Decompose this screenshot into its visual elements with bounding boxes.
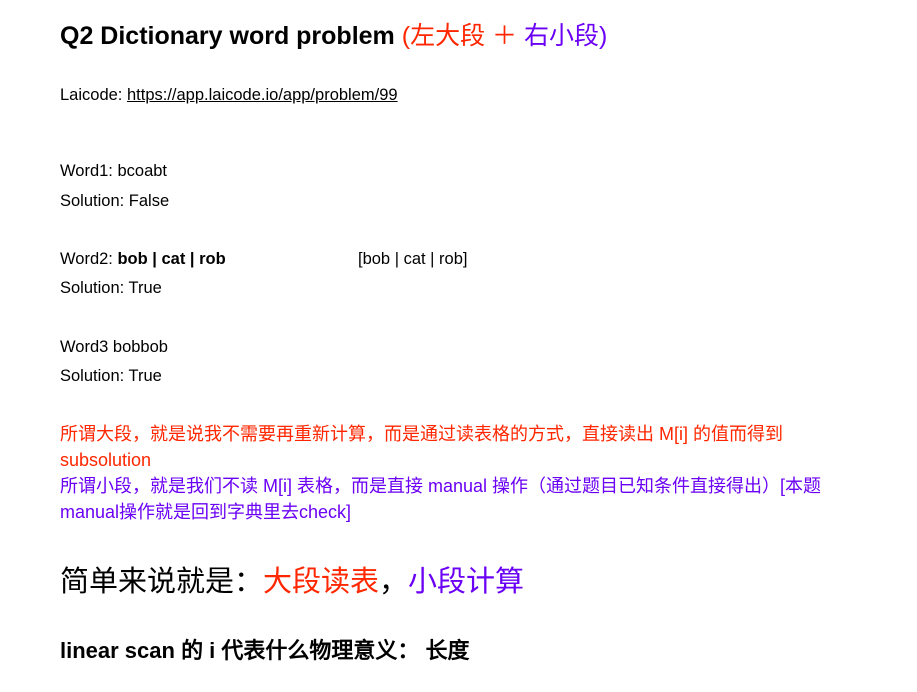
- word1-value: bcoabt: [117, 162, 168, 180]
- word3-solution: Solution: True: [60, 367, 162, 385]
- word3-value: bobbob: [112, 338, 168, 356]
- summary-big: 大段读表: [263, 566, 380, 598]
- laicode-link[interactable]: https://app.laicode.io/app/problem/99: [127, 86, 398, 104]
- title-main: Q2 Dictionary word problem: [60, 22, 395, 50]
- title-plus: ＋: [485, 22, 524, 50]
- title-right-part: 右小段: [523, 22, 599, 50]
- word3-label: Word3: [60, 338, 113, 356]
- word1-label: Word1:: [60, 162, 118, 180]
- laicode-label: Laicode:: [60, 86, 127, 104]
- page-title: Q2 Dictionary word problem (左大段 ＋ 右小段): [60, 22, 607, 51]
- title-close-paren: ): [599, 22, 608, 50]
- title-open-paren: (: [394, 22, 411, 50]
- summary-small: 小段计算: [408, 566, 525, 598]
- word2-value: bob | cat | rob: [117, 250, 226, 268]
- big-segment-explanation: 所谓大段，就是说我不需要再重新计算，而是通过读表格的方式，直接读出 M[i] 的…: [60, 424, 783, 470]
- summary-prefix: 简单来说就是：: [60, 566, 264, 598]
- laicode-line: Laicode: https://app.laicode.io/app/prob…: [60, 86, 398, 105]
- small-segment-explanation: 所谓小段，就是我们不读 M[i] 表格，而是直接 manual 操作（通过题目已…: [60, 476, 822, 522]
- word2-label: Word2:: [60, 250, 118, 268]
- word1-solution: Solution: False: [60, 192, 170, 210]
- title-left-part: 左大段: [410, 22, 486, 50]
- linear-scan-line: linear scan 的 i 代表什么物理意义： 长度: [60, 638, 470, 663]
- word2-note: [bob | cat | rob]: [358, 250, 468, 268]
- summary-line: 简单来说就是：大段读表，小段计算: [60, 566, 524, 599]
- summary-comma: ，: [379, 566, 409, 598]
- word1-line: Word1: bcoabt: [60, 162, 167, 181]
- word2-line: Word2: bob | cat | rob [bob | cat | rob]: [60, 250, 467, 269]
- word3-line: Word3 bobbob: [60, 338, 168, 357]
- word2-solution: Solution: True: [60, 279, 162, 297]
